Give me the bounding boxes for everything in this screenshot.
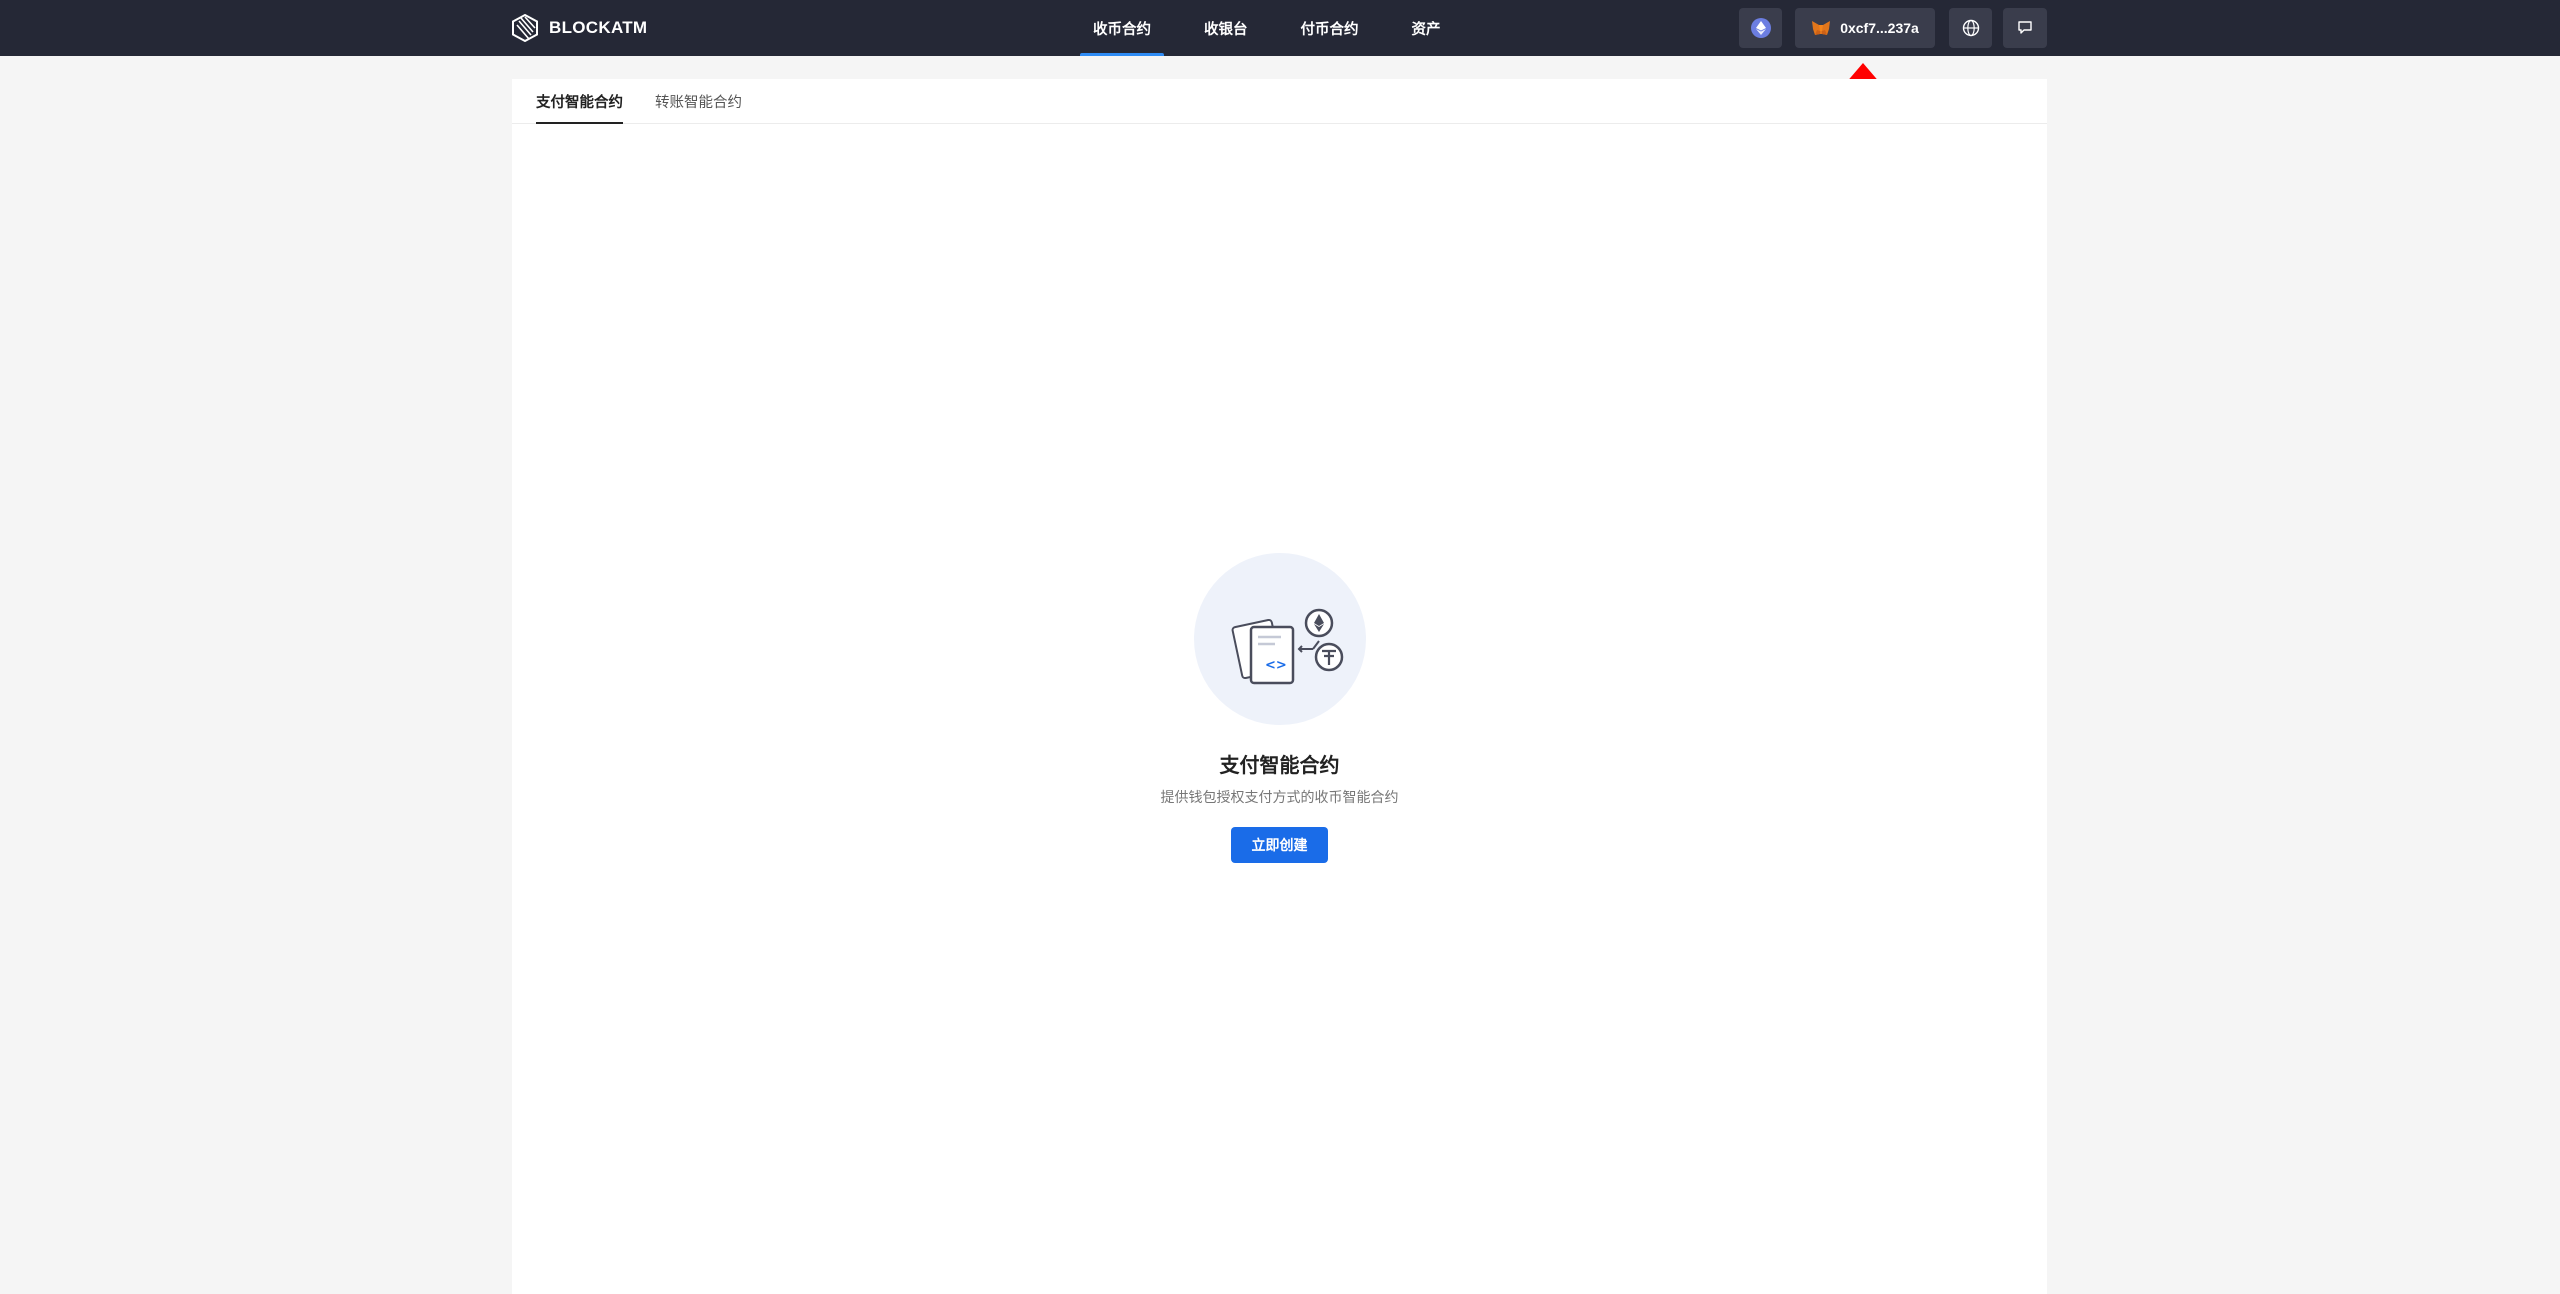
tab-transfer-contract[interactable]: 转账智能合约 xyxy=(655,79,742,123)
tab-payment-contract[interactable]: 支付智能合约 xyxy=(536,79,623,124)
svg-text:<>: <> xyxy=(1265,658,1287,673)
nav-item-label: 收币合约 xyxy=(1093,21,1151,38)
empty-state-title: 支付智能合约 xyxy=(1219,755,1340,777)
tab-label: 转账智能合约 xyxy=(655,94,742,111)
feedback-button[interactable] xyxy=(2003,8,2047,48)
blockatm-logo-icon xyxy=(512,14,538,42)
nav-item-pay-contract[interactable]: 付币合约 xyxy=(1288,0,1372,56)
globe-icon xyxy=(1962,19,1979,37)
nav-item-label: 收银台 xyxy=(1204,21,1248,38)
empty-state: <> 支付智能合约 提供钱包授权支付方式的收币智能合约 立即创建 xyxy=(512,553,2047,863)
language-button[interactable] xyxy=(1949,8,1992,48)
content-card: 支付智能合约 转账智能合约 <> 支付智能合约 提供钱包授权支付方式的收币智能合… xyxy=(512,79,2047,1294)
ethereum-icon xyxy=(1750,18,1771,38)
nav-item-receive-contract[interactable]: 收币合约 xyxy=(1080,0,1164,56)
chain-selector-button[interactable] xyxy=(1739,8,1782,48)
smart-contract-illustration-icon: <> xyxy=(1193,553,1366,725)
brand-name: BLOCKATM xyxy=(549,18,648,37)
nav-item-label: 付币合约 xyxy=(1300,21,1359,38)
wallet-address: 0xcf7...237a xyxy=(1840,20,1919,36)
wallet-address-button[interactable]: 0xcf7...237a xyxy=(1795,8,1935,48)
empty-state-description: 提供钱包授权支付方式的收币智能合约 xyxy=(1160,789,1399,805)
tab-label: 支付智能合约 xyxy=(536,94,623,111)
top-navbar: BLOCKATM 收币合约 收银台 付币合约 资产 0xcf7...237a xyxy=(0,0,2560,56)
metamask-fox-icon xyxy=(1812,21,1831,35)
create-now-button[interactable]: 立即创建 xyxy=(1231,827,1328,863)
nav-item-label: 资产 xyxy=(1411,21,1441,38)
main-nav: 收币合约 收银台 付币合约 资产 xyxy=(1080,0,1481,56)
nav-item-assets[interactable]: 资产 xyxy=(1399,0,1454,56)
feedback-icon xyxy=(2018,21,2032,34)
brand-logo[interactable]: BLOCKATM xyxy=(511,14,647,42)
nav-item-cashier[interactable]: 收银台 xyxy=(1191,0,1261,56)
contract-tabs: 支付智能合约 转账智能合约 xyxy=(512,79,2047,124)
